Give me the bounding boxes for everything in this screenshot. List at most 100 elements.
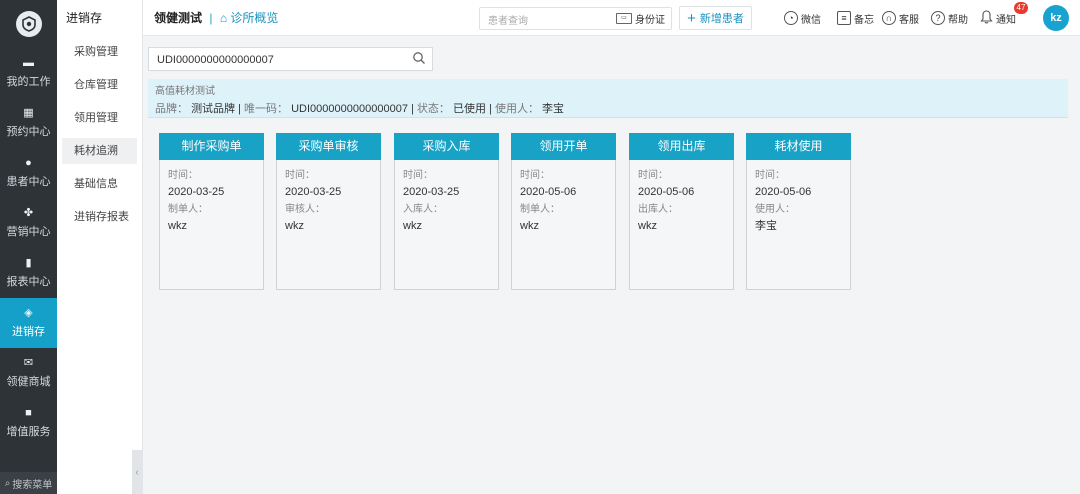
card-title: 制作采购单 bbox=[159, 133, 264, 160]
clinic-name: 领健测试 bbox=[154, 11, 203, 25]
nav-item-reports[interactable]: ▮ 报表中心 bbox=[0, 248, 57, 298]
customer-service-button[interactable]: ∩ 客服 bbox=[882, 0, 919, 36]
person-value: wkz bbox=[285, 220, 304, 232]
code-value: UDI0000000000000007 bbox=[291, 103, 408, 115]
status-value: 已使用 bbox=[452, 103, 486, 115]
trace-card-stock-in: 采购入库 时间： 2020-03-25 入库人： wkz bbox=[394, 133, 499, 290]
nav-item-label: 营销中心 bbox=[6, 226, 51, 238]
help-button[interactable]: ? 帮助 bbox=[931, 0, 968, 36]
id-card-label: 身份证 bbox=[635, 15, 665, 26]
notification-button[interactable]: 通知 bbox=[980, 0, 1016, 36]
breadcrumb: 领健测试 | ⌂ 诊所概览 bbox=[154, 0, 278, 36]
clinic-overview-label: 诊所概览 bbox=[230, 11, 279, 25]
submenu-item-requisition[interactable]: 领用管理 bbox=[62, 105, 137, 131]
nav-item-label: 增值服务 bbox=[6, 426, 51, 438]
top-bar: 领健测试 | ⌂ 诊所概览 患者查询 ▭ 身份证 + 新增患者 ◔ 微信 ≡ 备… bbox=[143, 0, 1080, 36]
time-label: 时间： bbox=[520, 170, 550, 181]
submenu: 进销存 采购管理 仓库管理 领用管理 耗材追溯 基础信息 进销存报表 ‹ bbox=[57, 0, 143, 494]
detail-separator: | bbox=[489, 103, 492, 115]
detail-separator: | bbox=[411, 103, 414, 115]
clinic-overview-link[interactable]: ⌂ 诊所概览 bbox=[220, 11, 279, 25]
trace-card-create-po: 制作采购单 时间： 2020-03-25 制单人： wkz bbox=[159, 133, 264, 290]
memo-label: 备忘 bbox=[854, 14, 874, 26]
notification-label: 通知 bbox=[996, 14, 1016, 26]
user-label: 使用人： bbox=[494, 103, 539, 115]
person-value: wkz bbox=[403, 220, 422, 232]
nav-item-label: 预约中心 bbox=[6, 126, 51, 138]
nav-item-label: 我的工作 bbox=[6, 76, 51, 88]
udi-search-input[interactable] bbox=[157, 52, 407, 67]
new-patient-button[interactable]: + 新增患者 bbox=[679, 6, 752, 30]
time-label: 时间： bbox=[638, 170, 668, 181]
time-value: 2020-03-25 bbox=[403, 186, 460, 198]
nav-item-value-added[interactable]: ■ 增值服务 bbox=[0, 398, 57, 448]
search-icon[interactable] bbox=[412, 51, 426, 65]
headset-icon: ∩ bbox=[882, 11, 896, 25]
patient-search-input[interactable]: 患者查询 ▭ 身份证 bbox=[479, 7, 672, 30]
menu-search[interactable]: ⌕ 搜索菜单 bbox=[0, 472, 57, 494]
submenu-item-trace[interactable]: 耗材追溯 bbox=[62, 138, 137, 164]
layers-icon: ◈ bbox=[24, 307, 33, 319]
bar-chart-icon: ▮ bbox=[25, 257, 32, 269]
bell-icon bbox=[980, 9, 993, 27]
nav-item-marketing[interactable]: ✤ 营销中心 bbox=[0, 198, 57, 248]
item-details: 品牌： 测试品牌 | 唯一码： UDI0000000000000007 | 状态… bbox=[155, 100, 564, 116]
nav-item-label: 报表中心 bbox=[6, 276, 51, 288]
submenu-item-warehouse[interactable]: 仓库管理 bbox=[62, 72, 137, 98]
udi-search-field[interactable] bbox=[148, 47, 433, 71]
person-label: 审核人： bbox=[285, 204, 325, 215]
fan-icon: ✤ bbox=[23, 207, 34, 219]
person-label: 制单人： bbox=[520, 204, 560, 215]
memo-icon: ≡ bbox=[837, 11, 851, 25]
time-value: 2020-03-25 bbox=[285, 186, 342, 198]
app-logo[interactable] bbox=[0, 0, 57, 48]
user-icon: ● bbox=[25, 157, 32, 169]
main-nav: ▬ 我的工作 ▦ 预约中心 ● 患者中心 ✤ 营销中心 ▮ 报表中心 ◈ 进销存… bbox=[0, 0, 57, 494]
plus-icon: + bbox=[687, 9, 696, 27]
monitor-icon: ▬ bbox=[23, 57, 34, 69]
nav-item-label: 领健商城 bbox=[6, 376, 51, 388]
trace-card-stock-out: 领用出库 时间： 2020-05-06 出库人： wkz bbox=[629, 133, 734, 290]
user-value: 李宝 bbox=[542, 103, 565, 115]
nav-item-appointment[interactable]: ▦ 预约中心 bbox=[0, 98, 57, 148]
person-value: wkz bbox=[638, 220, 657, 232]
time-label: 时间： bbox=[285, 170, 315, 181]
grid-icon: ■ bbox=[25, 407, 32, 419]
brand-label: 品牌： bbox=[155, 103, 188, 115]
code-label: 唯一码： bbox=[244, 103, 289, 115]
chevron-left-icon: ‹ bbox=[135, 466, 139, 478]
trace-card-requisition-order: 领用开单 时间： 2020-05-06 制单人： wkz bbox=[511, 133, 616, 290]
card-title: 领用出库 bbox=[629, 133, 734, 160]
nav-item-inventory[interactable]: ◈ 进销存 bbox=[0, 298, 57, 348]
id-card-button[interactable]: ▭ 身份证 bbox=[616, 11, 665, 26]
wechat-label: 微信 bbox=[801, 14, 821, 26]
wechat-button[interactable]: ◔ 微信 bbox=[784, 0, 821, 36]
notification-count-badge: 47 bbox=[1014, 2, 1028, 14]
user-avatar[interactable]: kz bbox=[1043, 5, 1069, 31]
time-value: 2020-03-25 bbox=[168, 186, 225, 198]
nav-item-patient[interactable]: ● 患者中心 bbox=[0, 148, 57, 198]
submenu-title: 进销存 bbox=[66, 11, 103, 25]
submenu-item-reports[interactable]: 进销存报表 bbox=[62, 204, 137, 230]
person-value: 李宝 bbox=[755, 220, 777, 232]
time-value: 2020-05-06 bbox=[755, 186, 812, 198]
item-info-panel: 高值耗材测试 品牌： 测试品牌 | 唯一码： UDI00000000000000… bbox=[148, 79, 1068, 118]
breadcrumb-separator: | bbox=[209, 11, 213, 25]
card-title: 耗材使用 bbox=[746, 133, 851, 160]
home-icon: ⌂ bbox=[219, 11, 228, 25]
person-label: 使用人： bbox=[755, 204, 795, 215]
person-label: 制单人： bbox=[168, 204, 208, 215]
submenu-item-purchase[interactable]: 采购管理 bbox=[62, 39, 137, 65]
nav-item-mall[interactable]: ✉ 领健商城 bbox=[0, 348, 57, 398]
nav-item-label: 患者中心 bbox=[6, 176, 51, 188]
nav-item-label: 进销存 bbox=[12, 326, 45, 338]
person-label: 入库人： bbox=[403, 204, 443, 215]
collapse-menu-button[interactable]: ‹ bbox=[132, 450, 142, 494]
nav-item-my-work[interactable]: ▬ 我的工作 bbox=[0, 48, 57, 98]
time-value: 2020-05-06 bbox=[520, 186, 577, 198]
memo-button[interactable]: ≡ 备忘 bbox=[837, 0, 874, 36]
time-label: 时间： bbox=[168, 170, 198, 181]
trace-card-po-review: 采购单审核 时间： 2020-03-25 审核人： wkz bbox=[276, 133, 381, 290]
help-label: 帮助 bbox=[948, 14, 968, 26]
submenu-item-basic-info[interactable]: 基础信息 bbox=[62, 171, 137, 197]
